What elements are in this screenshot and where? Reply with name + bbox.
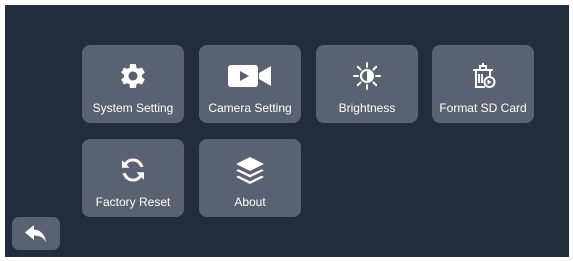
video-camera-icon — [199, 61, 301, 91]
brightness-label: Brightness — [338, 101, 396, 115]
back-arrow-icon — [24, 224, 48, 244]
camera-setting-button[interactable]: Camera Setting — [199, 45, 301, 123]
format-sd-card-button[interactable]: Format SD Card — [432, 45, 534, 123]
system-setting-button[interactable]: System Setting — [82, 45, 184, 123]
brightness-icon — [316, 61, 418, 91]
refresh-icon — [82, 155, 184, 185]
brightness-button[interactable]: Brightness — [316, 45, 418, 123]
about-button[interactable]: About — [199, 139, 301, 217]
format-sd-card-icon — [432, 61, 534, 91]
format-sd-card-label: Format SD Card — [439, 101, 527, 115]
back-button[interactable] — [12, 217, 60, 250]
factory-reset-label: Factory Reset — [95, 195, 171, 209]
about-label: About — [234, 195, 266, 209]
gear-icon — [82, 61, 184, 91]
layers-icon — [199, 155, 301, 185]
camera-setting-label: Camera Setting — [208, 101, 292, 115]
factory-reset-button[interactable]: Factory Reset — [82, 139, 184, 217]
system-setting-label: System Setting — [92, 101, 174, 115]
settings-screen — [5, 5, 569, 257]
